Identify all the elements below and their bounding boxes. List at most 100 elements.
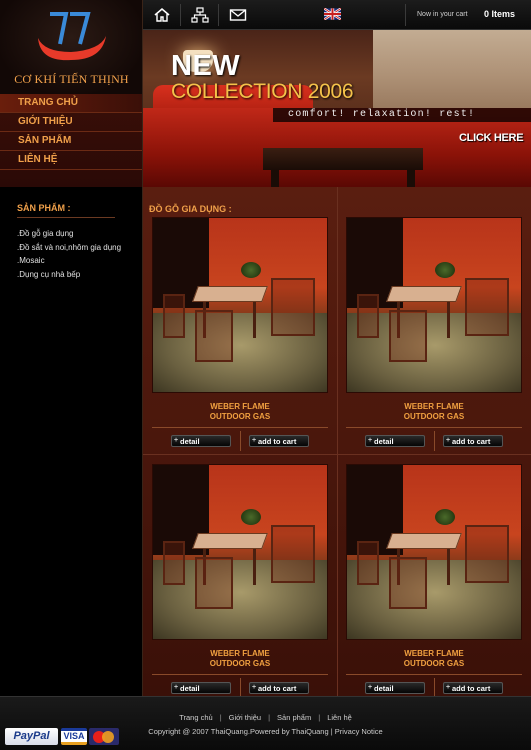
nav-item-home[interactable]: TRANG CHỦ <box>0 94 142 113</box>
banner-headline: NEW <box>171 50 241 82</box>
promo-banner[interactable]: NEW COLLECTION 2006 comfort! relaxation!… <box>143 30 531 187</box>
product-name[interactable]: WEBER FLAME OUTDOOR GAS <box>337 649 531 669</box>
brand-name: CƠ KHÍ TIẾN THỊNH <box>14 72 129 86</box>
mastercard-circle-yellow <box>102 731 114 743</box>
header: CƠ KHÍ TIẾN THỊNH TRANG CHỦ GIỚI THIỆU S… <box>0 0 531 187</box>
footer-separator: | <box>268 713 271 722</box>
banner-coffee-table <box>263 148 423 170</box>
category-item[interactable]: .Đồ sắt và noi,nhôm gia dụng <box>17 241 121 255</box>
mastercard-logo <box>89 728 119 745</box>
button-divider <box>434 678 435 698</box>
footer: Trang chủ | Giới thiệu | Sản phẩm | Liên hệ Co… <box>0 696 531 750</box>
table-icon <box>386 286 462 302</box>
banner-window <box>373 30 531 120</box>
product-image[interactable] <box>152 464 328 640</box>
table-leg <box>447 549 450 585</box>
product-name[interactable]: WEBER FLAME OUTDOOR GAS <box>337 402 531 422</box>
table-leg <box>253 302 256 338</box>
paypal-logo: PayPal <box>5 728 58 745</box>
footer-link-products[interactable]: Sản phẩm <box>277 713 311 722</box>
product-card: WEBER FLAME OUTDOOR GAS detail add to ca… <box>143 464 337 712</box>
product-name[interactable]: WEBER FLAME OUTDOOR GAS <box>143 402 337 422</box>
banner-table-leg <box>271 170 279 187</box>
product-card: WEBER FLAME OUTDOOR GAS detail add to ca… <box>143 217 337 465</box>
sitemap-icon[interactable] <box>191 7 209 23</box>
banner-subheadline: COLLECTION 2006 <box>171 80 354 103</box>
product-image[interactable] <box>152 217 328 393</box>
category-item[interactable]: .Dụng cụ nhà bếp <box>17 268 121 282</box>
sidebar: SẢN PHẨM : .Đồ gỗ gia dụng .Đồ sắt và no… <box>0 187 143 696</box>
uk-flag-icon[interactable] <box>324 8 341 20</box>
banner-tagline: comfort! relaxation! rest! <box>288 109 476 120</box>
mail-icon[interactable] <box>229 7 247 23</box>
product-image[interactable] <box>346 217 522 393</box>
banner-table-leg <box>407 170 415 187</box>
chair-icon <box>163 541 185 585</box>
main-nav: TRANG CHỦ GIỚI THIỆU SẢN PHẨM LIÊN HỆ <box>0 94 143 187</box>
product-name-line: WEBER FLAME <box>404 649 464 658</box>
sidebar-divider <box>17 217 115 218</box>
chair-icon <box>195 557 233 609</box>
category-item[interactable]: .Đồ gỗ gia dụng <box>17 227 121 241</box>
table-icon <box>192 533 268 549</box>
product-name-line: OUTDOOR GAS <box>403 659 465 668</box>
top-bar: Now in your cart 0 Items <box>143 0 531 30</box>
chair-icon <box>465 525 509 583</box>
detail-button[interactable]: detail <box>365 435 425 447</box>
logo-mark-icon <box>38 12 106 61</box>
plant-icon <box>241 509 261 525</box>
product-card: WEBER FLAME OUTDOOR GAS detail add to ca… <box>337 464 531 712</box>
topbar-divider <box>218 4 219 26</box>
topbar-divider <box>405 4 406 26</box>
nav-item-contact[interactable]: LIÊN HỆ <box>0 151 142 170</box>
add-to-cart-button[interactable]: add to cart <box>249 682 309 694</box>
footer-link-home[interactable]: Trang chủ <box>179 713 213 722</box>
table-leg <box>253 549 256 585</box>
detail-button[interactable]: detail <box>365 682 425 694</box>
cart-count[interactable]: 0 Items <box>484 9 515 19</box>
footer-link-about[interactable]: Giới thiệu <box>229 713 261 722</box>
add-to-cart-button[interactable]: add to cart <box>249 435 309 447</box>
detail-button[interactable]: detail <box>171 435 231 447</box>
product-name[interactable]: WEBER FLAME OUTDOOR GAS <box>143 649 337 669</box>
table-leg <box>447 302 450 338</box>
product-name-line: WEBER FLAME <box>210 402 270 411</box>
nav-item-about[interactable]: GIỚI THIỆU <box>0 113 142 132</box>
visa-logo: VISA <box>61 728 87 745</box>
footer-separator: | <box>219 713 222 722</box>
home-icon[interactable] <box>153 7 171 23</box>
category-item[interactable]: .Mosaic <box>17 254 121 268</box>
table-icon <box>386 533 462 549</box>
plant-icon <box>241 262 261 278</box>
banner-cta-button[interactable]: CLICK HERE <box>459 132 524 144</box>
product-name-line: WEBER FLAME <box>210 649 270 658</box>
chair-icon <box>357 294 379 338</box>
detail-button[interactable]: detail <box>171 682 231 694</box>
product-name-line: WEBER FLAME <box>404 402 464 411</box>
product-name-line: OUTDOOR GAS <box>403 412 465 421</box>
product-content: ĐỒ GỖ GIA DỤNG : WEBER FLAME OUTDOOR GAS… <box>143 187 531 698</box>
chair-icon <box>163 294 185 338</box>
logo[interactable]: CƠ KHÍ TIẾN THỊNH <box>0 0 143 94</box>
product-card: WEBER FLAME OUTDOOR GAS detail add to ca… <box>337 217 531 465</box>
cart-label: Now in your cart <box>417 11 468 18</box>
add-to-cart-button[interactable]: add to cart <box>443 435 503 447</box>
footer-link-contact[interactable]: Liên hệ <box>327 713 352 722</box>
product-name-line: OUTDOOR GAS <box>209 659 271 668</box>
chair-icon <box>195 310 233 362</box>
card-divider <box>152 674 328 675</box>
sidebar-title: SẢN PHẨM : <box>17 203 71 213</box>
button-divider <box>240 678 241 698</box>
chair-icon <box>465 278 509 336</box>
product-image[interactable] <box>346 464 522 640</box>
nav-item-products[interactable]: SẢN PHẨM <box>0 132 142 151</box>
button-divider <box>240 431 241 451</box>
card-divider <box>346 427 522 428</box>
content-title: ĐỒ GỖ GIA DỤNG : <box>149 204 232 214</box>
table-icon <box>192 286 268 302</box>
button-divider <box>434 431 435 451</box>
card-divider <box>346 674 522 675</box>
chair-icon <box>271 278 315 336</box>
add-to-cart-button[interactable]: add to cart <box>443 682 503 694</box>
footer-links: Trang chủ | Giới thiệu | Sản phẩm | Liên hệ <box>0 713 531 722</box>
